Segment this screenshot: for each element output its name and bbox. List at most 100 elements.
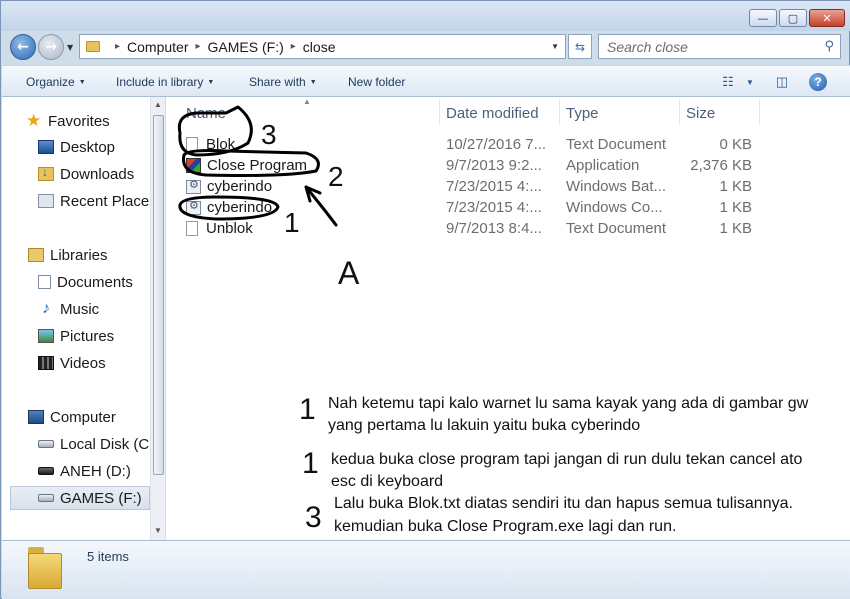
libraries-icon — [28, 248, 44, 262]
nav-favorites[interactable]: ★ Favorites — [26, 109, 165, 133]
file-date: 7/23/2015 4:... — [446, 178, 542, 195]
note-line: Nah ketemu tapi kalo warnet lu sama kaya… — [328, 395, 809, 412]
file-name-cell: Close Program — [186, 157, 307, 174]
column-header-size[interactable]: Size — [686, 105, 715, 122]
folder-icon — [86, 41, 100, 52]
file-row[interactable]: cyberindo 7/23/2015 4:... Windows Bat...… — [180, 177, 780, 198]
chevron-right-icon[interactable]: ▸ — [115, 41, 120, 52]
nav-item-pictures[interactable]: Pictures — [38, 324, 165, 348]
address-dropdown-icon[interactable]: ▼ — [551, 42, 559, 51]
nav-item-label: ANEH (D:) — [60, 462, 131, 480]
file-date: 9/7/2013 8:4... — [446, 220, 542, 237]
share-with-label: Share with — [249, 75, 306, 89]
breadcrumb-close[interactable]: close — [303, 39, 336, 55]
text-file-icon — [186, 137, 198, 152]
note-line: kedua buka close program tapi jangan di … — [331, 451, 803, 468]
scroll-down-icon[interactable]: ▼ — [154, 526, 162, 535]
breadcrumb-games-drive[interactable]: GAMES (F:) — [208, 39, 284, 55]
back-button[interactable]: ← — [10, 34, 36, 60]
sort-ascending-icon: ▲ — [303, 97, 311, 106]
breadcrumb-computer[interactable]: Computer — [127, 39, 188, 55]
batch-file-icon — [186, 178, 201, 194]
column-divider[interactable] — [439, 99, 440, 125]
recent-places-icon — [38, 194, 54, 208]
application-icon — [186, 158, 201, 173]
nav-item-desktop[interactable]: Desktop — [38, 135, 165, 159]
annotation-mark: A — [338, 255, 360, 291]
column-divider[interactable] — [759, 99, 760, 125]
include-in-library-menu[interactable]: Include in library ▼ — [116, 75, 214, 89]
file-name-cell: cyberindo — [186, 199, 272, 216]
file-date: 10/27/2016 7... — [446, 136, 547, 153]
nav-scrollbar[interactable]: ▲ ▼ — [150, 97, 165, 540]
details-pane: 5 items — [2, 540, 850, 599]
file-row[interactable]: Unblok 9/7/2013 8:4... Text Document 1 K… — [180, 219, 780, 240]
file-type: Windows Bat... — [566, 178, 667, 195]
maximize-button[interactable]: ▢ — [779, 9, 807, 27]
search-input[interactable] — [607, 36, 817, 58]
item-count: 5 items — [87, 549, 129, 564]
chevron-down-icon: ▼ — [309, 79, 317, 86]
file-name-cell: Unblok — [186, 220, 253, 237]
column-header-type[interactable]: Type — [566, 105, 599, 122]
scroll-thumb[interactable] — [153, 115, 164, 475]
nav-item-games-drive[interactable]: GAMES (F:) — [10, 486, 150, 510]
organize-menu[interactable]: Organize ▼ — [26, 75, 86, 89]
pictures-icon — [38, 329, 54, 343]
nav-item-documents[interactable]: Documents — [38, 270, 165, 294]
forward-button[interactable]: → — [38, 34, 64, 60]
nav-item-label: Recent Places — [60, 192, 157, 210]
view-dropdown-icon[interactable]: ▼ — [740, 72, 760, 92]
refresh-button[interactable]: ⇆ — [568, 34, 592, 59]
batch-file-icon — [186, 199, 201, 215]
nav-item-recent-places[interactable]: Recent Places — [38, 189, 165, 213]
chevron-right-icon[interactable]: ▸ — [291, 41, 296, 52]
nav-item-aneh-drive[interactable]: ANEH (D:) — [38, 459, 165, 483]
column-header-name[interactable]: Name — [186, 105, 226, 122]
file-type: Text Document — [566, 220, 667, 237]
minimize-button[interactable]: — — [749, 9, 777, 27]
explorer-window: — ▢ ✕ ← → ▼ ▸ Computer ▸ GAMES (F:) ▸ cl… — [0, 0, 850, 599]
command-bar: Organize ▼ Include in library ▼ Share with… — [2, 65, 850, 97]
file-row[interactable]: Close Program 9/7/2013 9:2... Applicatio… — [180, 156, 780, 177]
recent-pages-dropdown-icon[interactable]: ▼ — [67, 43, 73, 52]
help-button[interactable]: ? — [808, 72, 828, 92]
nav-libraries[interactable]: Libraries — [28, 243, 165, 267]
window-controls: — ▢ ✕ — [749, 9, 845, 27]
nav-item-videos[interactable]: Videos — [38, 351, 165, 375]
desktop-icon — [38, 140, 54, 154]
note-line: Lalu buka Blok.txt diatas sendiri itu da… — [334, 495, 793, 512]
preview-pane-icon[interactable]: ◫ — [772, 72, 792, 92]
title-bar[interactable]: — ▢ ✕ — [1, 1, 850, 31]
file-row[interactable]: cyberindo 7/23/2015 4:... Windows Co... … — [180, 198, 780, 219]
close-button[interactable]: ✕ — [809, 9, 845, 27]
nav-item-music[interactable]: ♪ Music — [38, 297, 165, 321]
chevron-down-icon: ▼ — [78, 79, 86, 86]
scroll-up-icon[interactable]: ▲ — [154, 100, 162, 109]
nav-item-downloads[interactable]: Downloads — [38, 162, 165, 186]
note-number: 3 — [305, 501, 322, 534]
new-folder-button[interactable]: New folder — [348, 75, 405, 89]
column-divider[interactable] — [559, 99, 560, 125]
nav-item-local-disk[interactable]: Local Disk (C:) — [38, 432, 165, 456]
view-options-icon[interactable]: ☷ — [718, 72, 738, 92]
column-divider[interactable] — [679, 99, 680, 125]
search-icon[interactable]: ⚲ — [824, 39, 834, 54]
address-bar[interactable]: ▸ Computer ▸ GAMES (F:) ▸ close ▼ — [79, 34, 566, 59]
column-header-date-modified[interactable]: Date modified — [446, 105, 539, 122]
nav-item-label: Documents — [57, 273, 133, 291]
computer-icon — [28, 410, 44, 424]
share-with-menu[interactable]: Share with ▼ — [249, 75, 317, 89]
file-type: Text Document — [566, 136, 667, 153]
note-line: yang pertama lu lakuin yaitu buka cyberi… — [328, 417, 641, 434]
drive-icon — [38, 494, 54, 502]
search-box[interactable]: ⚲ — [598, 34, 841, 59]
nav-computer[interactable]: Computer — [28, 405, 165, 429]
nav-favorites-label: Favorites — [48, 112, 110, 130]
chevron-right-icon[interactable]: ▸ — [196, 41, 201, 52]
file-name-cell: cyberindo — [186, 178, 272, 195]
file-name: Blok — [206, 136, 236, 153]
file-row[interactable]: Blok 10/27/2016 7... Text Document 0 KB — [180, 135, 780, 156]
nav-item-label: Downloads — [60, 165, 135, 183]
file-name-cell: Blok — [186, 136, 235, 153]
